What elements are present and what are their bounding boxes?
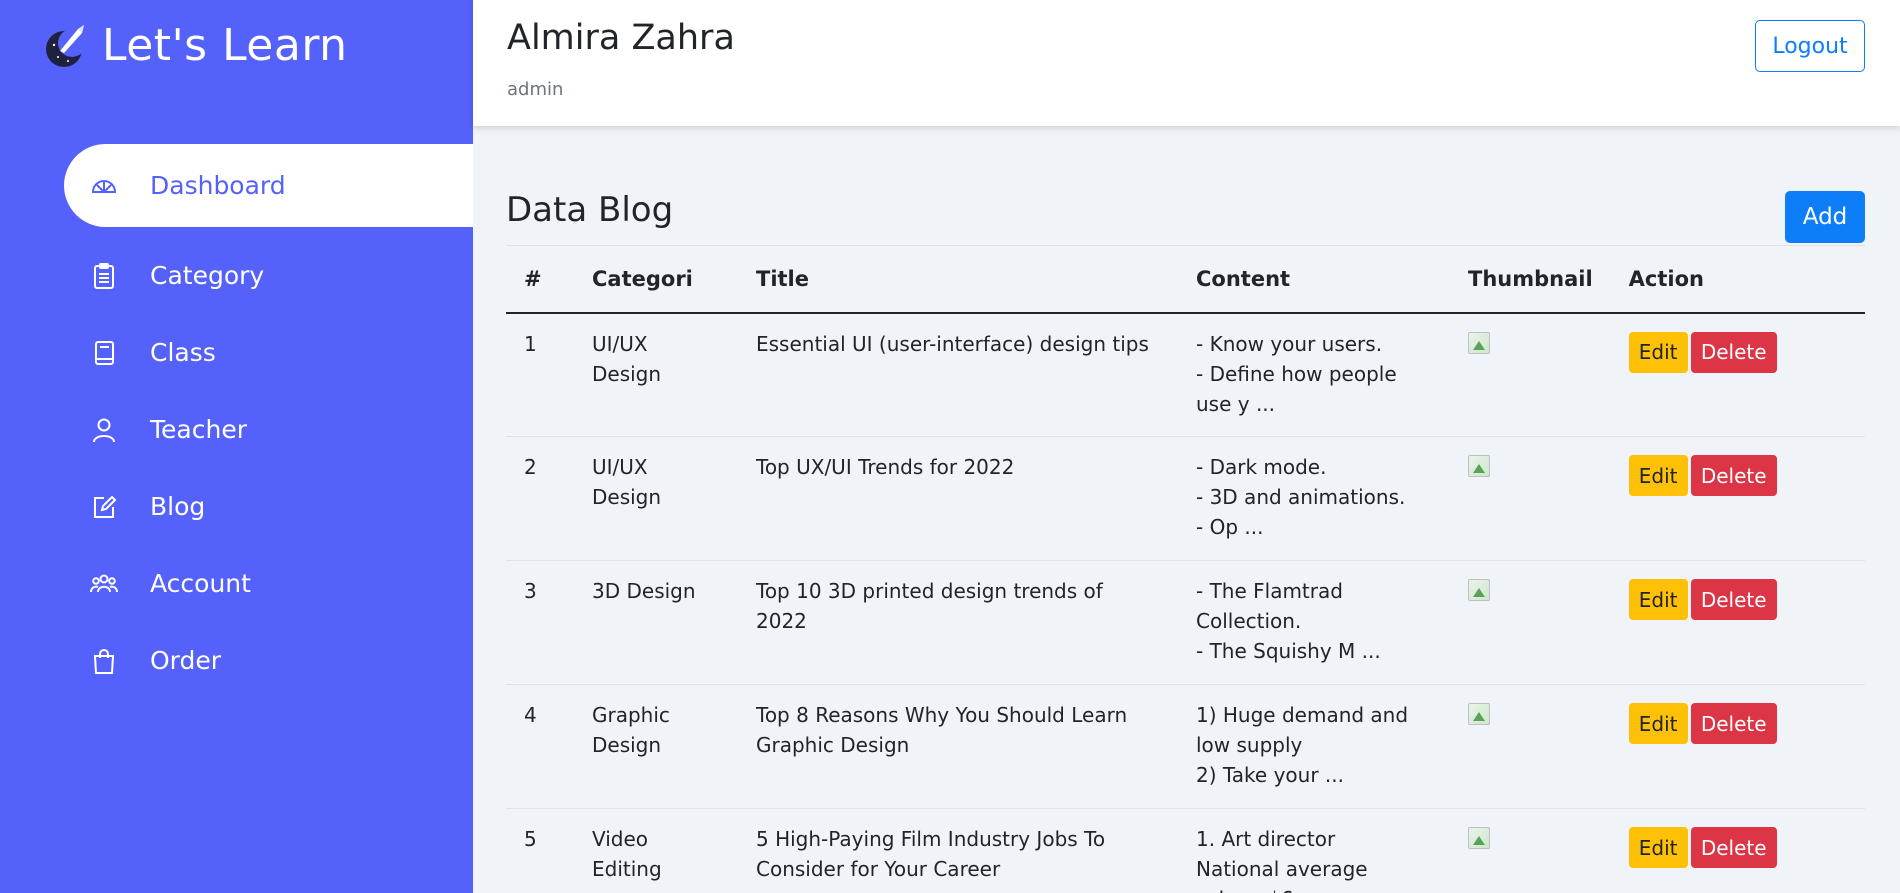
user-name: Almira Zahra bbox=[507, 18, 735, 58]
broken-image-icon bbox=[1468, 579, 1490, 601]
column-header-thumbnail: Thumbnail bbox=[1468, 266, 1593, 291]
column-header-action: Action bbox=[1628, 266, 1704, 291]
row-thumbnail-cell bbox=[1450, 684, 1611, 809]
sidebar-item-teacher[interactable]: Teacher bbox=[64, 391, 473, 468]
sidebar-item-label: Dashboard bbox=[150, 171, 286, 200]
row-actions: Edit Delete bbox=[1610, 560, 1865, 685]
broken-image-icon bbox=[1468, 455, 1490, 477]
row-actions: Edit Delete bbox=[1610, 312, 1865, 437]
dashboard-gauge-icon bbox=[88, 170, 120, 202]
table-row: 4 Graphic Design Top 8 Reasons Why You S… bbox=[506, 684, 1865, 809]
sidebar-item-order[interactable]: Order bbox=[64, 622, 473, 699]
broken-image-icon bbox=[1468, 703, 1490, 725]
row-actions: Edit Delete bbox=[1610, 684, 1865, 809]
row-title: 5 High-Paying Film Industry Jobs To Cons… bbox=[738, 808, 1178, 893]
column-header-category: Categori bbox=[592, 266, 693, 291]
row-thumbnail-cell bbox=[1450, 312, 1611, 437]
row-thumbnail-cell bbox=[1450, 436, 1611, 561]
row-actions: Edit Delete bbox=[1610, 436, 1865, 561]
sidebar: Let's Learn Dashboard Category Class Tea… bbox=[0, 0, 473, 893]
row-number: 5 bbox=[506, 808, 574, 893]
edit-button[interactable]: Edit bbox=[1628, 579, 1688, 620]
clipboard-list-icon bbox=[88, 260, 120, 292]
row-title: Top UX/UI Trends for 2022 bbox=[738, 436, 1178, 561]
row-number: 1 bbox=[506, 312, 574, 437]
row-title: Top 10 3D printed design trends of 2022 bbox=[738, 560, 1178, 685]
sidebar-item-label: Teacher bbox=[150, 415, 247, 444]
sidebar-item-account[interactable]: Account bbox=[64, 545, 473, 622]
row-number: 3 bbox=[506, 560, 574, 685]
sidebar-item-category[interactable]: Category bbox=[64, 237, 473, 314]
row-thumbnail-cell bbox=[1450, 808, 1611, 893]
edit-button[interactable]: Edit bbox=[1628, 455, 1688, 496]
row-category: 3D Design bbox=[574, 560, 738, 685]
top-header: Almira Zahra admin Logout bbox=[473, 0, 1900, 126]
delete-button[interactable]: Delete bbox=[1690, 579, 1777, 620]
column-header-title: Title bbox=[756, 266, 810, 291]
edit-button[interactable]: Edit bbox=[1628, 331, 1688, 373]
page-title: Data Blog bbox=[506, 190, 674, 230]
row-content: 1. Art director National average salary:… bbox=[1178, 808, 1450, 893]
row-number: 4 bbox=[506, 684, 574, 809]
row-category: Video Editing bbox=[574, 808, 738, 893]
table-row: 3 3D Design Top 10 3D printed design tre… bbox=[506, 560, 1865, 685]
logout-button[interactable]: Logout bbox=[1755, 20, 1865, 72]
row-thumbnail-cell bbox=[1450, 560, 1611, 685]
row-category: UI/UX Design bbox=[574, 436, 738, 561]
person-icon bbox=[88, 414, 120, 446]
row-title: Essential UI (user-interface) design tip… bbox=[738, 312, 1178, 437]
people-group-icon bbox=[88, 568, 120, 600]
row-content: 1) Huge demand and low supply 2) Take yo… bbox=[1178, 684, 1450, 809]
row-content: - Know your users. - Define how people u… bbox=[1178, 312, 1450, 437]
delete-button[interactable]: Delete bbox=[1690, 827, 1777, 868]
row-title: Top 8 Reasons Why You Should Learn Graph… bbox=[738, 684, 1178, 809]
table-row: 2 UI/UX Design Top UX/UI Trends for 2022… bbox=[506, 436, 1865, 561]
sidebar-item-dashboard[interactable]: Dashboard bbox=[64, 144, 473, 227]
table-row: 1 UI/UX Design Essential UI (user-interf… bbox=[506, 312, 1865, 437]
sidebar-item-label: Category bbox=[150, 261, 265, 290]
brand-name: Let's Learn bbox=[102, 20, 348, 71]
column-header-number: # bbox=[524, 266, 542, 291]
sidebar-item-label: Order bbox=[150, 646, 222, 675]
user-role: admin bbox=[507, 79, 564, 100]
broken-image-icon bbox=[1468, 827, 1490, 849]
delete-button[interactable]: Delete bbox=[1690, 703, 1777, 744]
sidebar-item-class[interactable]: Class bbox=[64, 314, 473, 391]
row-number: 2 bbox=[506, 436, 574, 561]
sidebar-nav: Dashboard Category Class Teacher Blog Ac… bbox=[64, 144, 473, 699]
row-category: Graphic Design bbox=[574, 684, 738, 809]
blog-table: # Categori Title Content Thumbnail Actio… bbox=[506, 245, 1865, 893]
add-button[interactable]: Add bbox=[1785, 191, 1865, 243]
table-header-row: # Categori Title Content Thumbnail Actio… bbox=[506, 245, 1865, 313]
row-actions: Edit Delete bbox=[1610, 808, 1865, 893]
rocket-moon-logo-icon bbox=[46, 24, 86, 67]
row-content: - The Flamtrad Collection. - The Squishy… bbox=[1178, 560, 1450, 685]
column-header-content: Content bbox=[1196, 266, 1291, 291]
broken-image-icon bbox=[1468, 331, 1490, 354]
delete-button[interactable]: Delete bbox=[1690, 331, 1777, 373]
sidebar-item-label: Class bbox=[150, 338, 216, 367]
book-icon bbox=[88, 337, 120, 369]
row-content: - Dark mode. - 3D and animations. - Op .… bbox=[1178, 436, 1450, 561]
brand[interactable]: Let's Learn bbox=[42, 20, 348, 71]
row-category: UI/UX Design bbox=[574, 312, 738, 437]
shopping-bag-icon bbox=[88, 645, 120, 677]
sidebar-item-label: Account bbox=[150, 569, 251, 598]
edit-square-icon bbox=[88, 491, 120, 523]
edit-button[interactable]: Edit bbox=[1628, 703, 1688, 744]
edit-button[interactable]: Edit bbox=[1628, 827, 1688, 868]
table-row: 5 Video Editing 5 High-Paying Film Indus… bbox=[506, 808, 1865, 893]
sidebar-item-label: Blog bbox=[150, 492, 206, 521]
sidebar-item-blog[interactable]: Blog bbox=[64, 468, 473, 545]
delete-button[interactable]: Delete bbox=[1690, 455, 1777, 496]
